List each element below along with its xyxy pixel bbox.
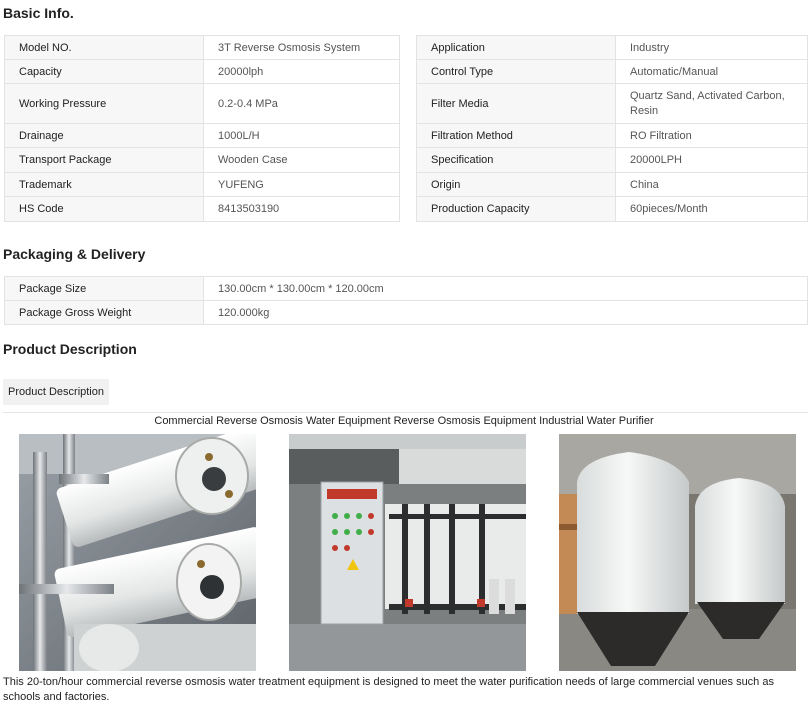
spec-value: 0.2-0.4 MPa — [203, 83, 400, 124]
spec-value: YUFENG — [203, 172, 400, 197]
table-row: Filtration Method RO Filtration — [416, 123, 808, 148]
table-row: Model NO. 3T Reverse Osmosis System — [4, 35, 400, 60]
product-photo-frp-tanks — [559, 434, 796, 671]
table-row: Specification 20000LPH — [416, 147, 808, 173]
table-row: Capacity 20000lph — [4, 59, 400, 84]
spec-key: Application — [416, 35, 616, 60]
spec-value: 1000L/H — [203, 123, 400, 148]
product-photo-membranes — [19, 434, 256, 671]
product-description-heading: Product Description — [3, 341, 137, 357]
basic-info-heading: Basic Info. — [3, 5, 74, 21]
spec-key: Control Type — [416, 59, 616, 84]
product-photo-control-cabinet — [289, 434, 526, 671]
spec-value: 8413503190 — [203, 196, 400, 222]
table-row: Transport Package Wooden Case — [4, 147, 400, 173]
table-row: Filter Media Quartz Sand, Activated Carb… — [416, 83, 808, 124]
spec-key: Capacity — [4, 59, 204, 84]
table-row: Working Pressure 0.2-0.4 MPa — [4, 83, 400, 124]
basic-info-left-table: Model NO. 3T Reverse Osmosis System Capa… — [4, 35, 400, 222]
table-row: Package Size 130.00cm * 130.00cm * 120.0… — [4, 276, 808, 301]
packaging-table: Package Size 130.00cm * 130.00cm * 120.0… — [4, 276, 808, 325]
spec-value: Wooden Case — [203, 147, 400, 173]
spec-key: Origin — [416, 172, 616, 197]
spec-value: 130.00cm * 130.00cm * 120.00cm — [203, 276, 808, 301]
packaging-heading: Packaging & Delivery — [3, 246, 146, 262]
spec-key: Transport Package — [4, 147, 204, 173]
spec-key: Package Gross Weight — [4, 300, 204, 325]
table-row: Control Type Automatic/Manual — [416, 59, 808, 84]
product-description-text: This 20-ton/hour commercial reverse osmo… — [3, 676, 774, 703]
basic-info-right-table: Application Industry Control Type Automa… — [416, 35, 808, 222]
spec-key: Filter Media — [416, 83, 616, 124]
spec-key: Trademark — [4, 172, 204, 197]
spec-key: Model NO. — [4, 35, 204, 60]
tab-divider — [3, 412, 808, 413]
spec-value: RO Filtration — [615, 123, 808, 148]
spec-value: 20000lph — [203, 59, 400, 84]
spec-value: 20000LPH — [615, 147, 808, 173]
spec-value: Automatic/Manual — [615, 59, 808, 84]
spec-value: Quartz Sand, Activated Carbon, Resin — [615, 83, 808, 124]
product-caption: Commercial Reverse Osmosis Water Equipme… — [154, 415, 654, 427]
spec-key: Working Pressure — [4, 83, 204, 124]
table-row: Package Gross Weight 120.000kg — [4, 300, 808, 325]
spec-value: 60pieces/Month — [615, 196, 808, 222]
table-row: Origin China — [416, 172, 808, 197]
spec-value: Industry — [615, 35, 808, 60]
spec-value: 3T Reverse Osmosis System — [203, 35, 400, 60]
table-row: Production Capacity 60pieces/Month — [416, 196, 808, 222]
table-row: Drainage 1000L/H — [4, 123, 400, 148]
spec-key: Filtration Method — [416, 123, 616, 148]
spec-key: Package Size — [4, 276, 204, 301]
spec-key: Production Capacity — [416, 196, 616, 222]
spec-key: HS Code — [4, 196, 204, 222]
tab-product-description[interactable]: Product Description — [3, 379, 109, 405]
table-row: Trademark YUFENG — [4, 172, 400, 197]
spec-key: Drainage — [4, 123, 204, 148]
table-row: HS Code 8413503190 — [4, 196, 400, 222]
spec-value: 120.000kg — [203, 300, 808, 325]
table-row: Application Industry — [416, 35, 808, 60]
spec-value: China — [615, 172, 808, 197]
spec-key: Specification — [416, 147, 616, 173]
